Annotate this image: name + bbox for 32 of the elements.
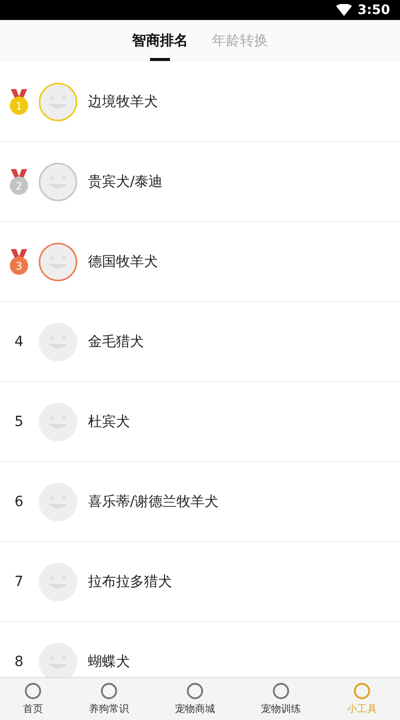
nav-icon — [100, 682, 118, 700]
nav-icon — [186, 682, 204, 700]
avatar-icon — [38, 482, 78, 522]
avatar-icon — [38, 162, 78, 202]
breed-name: 德国牧羊犬 — [88, 252, 158, 270]
rank-number: 7 — [14, 574, 24, 590]
tab[interactable]: 智商排名 — [132, 20, 188, 62]
nav-item[interactable]: 养狗常识 — [89, 678, 129, 720]
avatar-icon — [38, 82, 78, 122]
rank-number: 6 — [14, 494, 24, 510]
avatar-icon — [38, 562, 78, 602]
avatar-icon — [38, 402, 78, 442]
status-time: 3:50 — [358, 2, 390, 18]
breed-name: 拉布拉多猎犬 — [88, 572, 172, 590]
nav-item[interactable]: 宠物商城 — [175, 678, 215, 720]
avatar-icon — [38, 242, 78, 282]
nav-item[interactable]: 首页 — [23, 678, 43, 720]
breed-name: 贵宾犬/泰迪 — [88, 172, 163, 190]
avatar-icon — [38, 322, 78, 362]
breed-name: 杜宾犬 — [88, 412, 130, 430]
rank-number: 4 — [14, 334, 24, 350]
breed-name: 金毛猎犬 — [88, 332, 144, 350]
nav-icon — [24, 682, 42, 700]
nav-icon — [353, 682, 371, 700]
nav-item[interactable]: 宠物训练 — [261, 678, 301, 720]
breed-name: 边境牧羊犬 — [88, 92, 158, 110]
breed-name: 蝴蝶犬 — [88, 652, 130, 670]
wifi-icon — [336, 4, 352, 16]
rank-number: 5 — [14, 414, 24, 430]
breed-name: 喜乐蒂/谢德兰牧羊犬 — [88, 492, 219, 510]
nav-icon — [272, 682, 290, 700]
rank-number: 8 — [14, 654, 24, 670]
